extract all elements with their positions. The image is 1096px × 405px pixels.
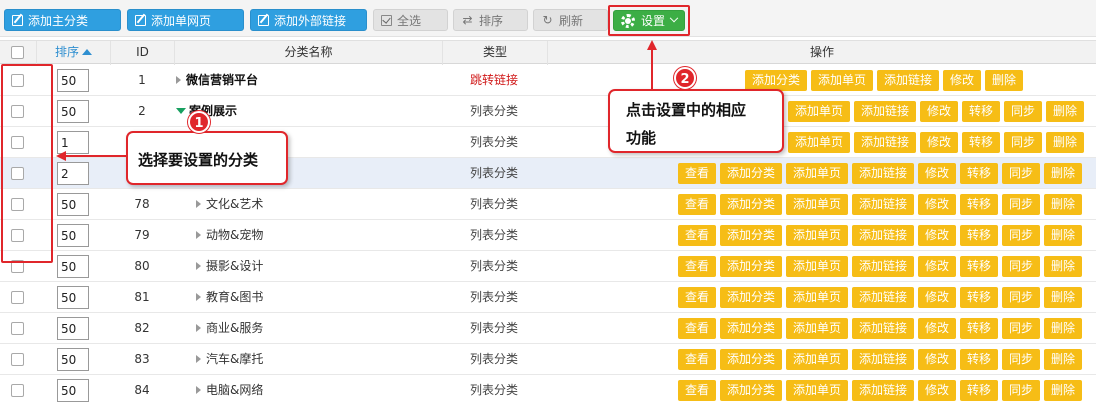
callout-step-2-line-2: 功能 — [626, 129, 657, 147]
annotation-arrows — [56, 40, 657, 161]
callout-step-2-line-1: 点击设置中的相应 — [626, 101, 747, 119]
callout-step-1: 选择要设置的分类 — [126, 131, 288, 185]
step-1-badge: 1 — [188, 111, 210, 133]
callout-step-1-text: 选择要设置的分类 — [138, 151, 259, 169]
step-2-badge: 2 — [674, 67, 696, 89]
callout-step-2: 点击设置中的相应 功能 — [608, 89, 784, 153]
